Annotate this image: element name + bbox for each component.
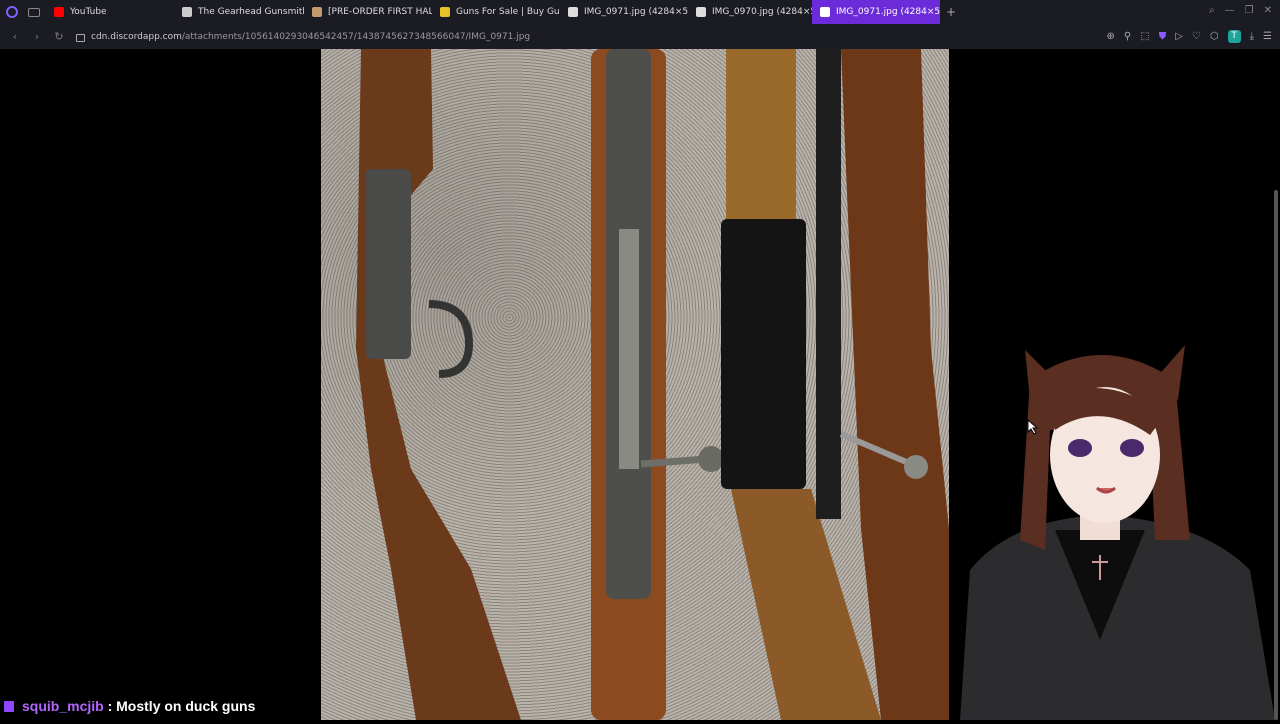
snapshot-icon[interactable]: ⬚ bbox=[1140, 31, 1149, 42]
play-icon[interactable]: ▷ bbox=[1175, 31, 1183, 42]
mouth bbox=[1096, 486, 1116, 494]
document-icon bbox=[696, 7, 706, 17]
tab-label: IMG_0971.jpg (4284×5712) bbox=[836, 7, 940, 17]
document-icon bbox=[568, 7, 578, 17]
extensions-icon[interactable]: ⬡ bbox=[1210, 31, 1219, 42]
extension-badge[interactable]: T bbox=[1227, 30, 1241, 43]
youtube-icon bbox=[54, 7, 64, 17]
download-icon[interactable]: ⤓ bbox=[1250, 31, 1254, 42]
left-eye bbox=[1068, 439, 1092, 457]
back-icon[interactable]: ‹ bbox=[8, 30, 22, 43]
bolt-handle bbox=[640, 455, 707, 468]
page-icon bbox=[312, 7, 322, 17]
tab-label: IMG_0971.jpg (4284×5712) bbox=[584, 7, 688, 17]
tab-label: YouTube bbox=[70, 7, 107, 17]
tab-youtube[interactable]: YouTube bbox=[46, 0, 174, 24]
tab-guns-for-sale[interactable]: Guns For Sale | Buy Guns bbox=[432, 0, 560, 24]
forward-icon[interactable]: › bbox=[30, 30, 44, 43]
window-controls: ⌕ — ❐ ✕ bbox=[1209, 5, 1272, 16]
shotgun-stock bbox=[356, 49, 521, 720]
url-host: cdn.discordapp.com bbox=[91, 31, 182, 42]
pin-icon[interactable]: ⚲ bbox=[1124, 31, 1131, 42]
chat-text: Mostly on duck guns bbox=[116, 698, 256, 714]
address-bar: ‹ › ↻ cdn.discordapp.com/attachments/105… bbox=[0, 24, 1280, 49]
bolt bbox=[619, 229, 639, 469]
search-tabs-icon[interactable]: ⌕ bbox=[1209, 5, 1215, 16]
tab-label: Guns For Sale | Buy Guns bbox=[456, 7, 560, 17]
chat-username: squib_mcjib bbox=[22, 698, 104, 714]
tab-pre-order[interactable]: [PRE-ORDER FIRST HALF bbox=[304, 0, 432, 24]
shield-icon[interactable]: ⛊ bbox=[1159, 31, 1167, 42]
url-field[interactable]: cdn.discordapp.com/attachments/105614029… bbox=[91, 32, 530, 42]
zoom-icon[interactable]: ⊕ bbox=[1107, 31, 1115, 42]
menu-icon[interactable]: ☰ bbox=[1263, 31, 1272, 42]
tab-img-0971-active[interactable]: IMG_0971.jpg (4284×5712) bbox=[812, 0, 940, 24]
right-eye bbox=[1120, 439, 1144, 457]
image-viewer[interactable] bbox=[321, 49, 949, 720]
forend bbox=[726, 49, 796, 219]
handle-knob bbox=[904, 455, 928, 479]
barrel bbox=[816, 49, 841, 519]
tab-gearhead-gunsmith[interactable]: The Gearhead Gunsmith bbox=[174, 0, 304, 24]
tab-label: IMG_0970.jpg (4284×5712) bbox=[712, 7, 812, 17]
bolt-knob bbox=[698, 446, 724, 472]
trigger-guard bbox=[428, 300, 474, 378]
lever-rifle-stock bbox=[841, 49, 949, 720]
new-tab-plus-icon[interactable]: + bbox=[946, 5, 956, 19]
heart-icon[interactable]: ♡ bbox=[1192, 31, 1201, 42]
chat-message: squib_mcjib : Mostly on duck guns bbox=[4, 698, 255, 714]
lock-icon[interactable] bbox=[76, 33, 85, 42]
photo-rifles bbox=[356, 49, 949, 720]
twitch-icon bbox=[4, 700, 14, 712]
avatar-illustration bbox=[960, 345, 1275, 720]
workspaces-icon[interactable] bbox=[28, 7, 40, 17]
tab-label: The Gearhead Gunsmith bbox=[198, 7, 304, 17]
receiver-black bbox=[721, 219, 806, 489]
tab-bar: YouTube The Gearhead Gunsmith [PRE-ORDER… bbox=[0, 0, 1280, 24]
reload-icon[interactable]: ↻ bbox=[52, 30, 66, 43]
url-path: /attachments/1056140293046542457/1438745… bbox=[181, 31, 531, 42]
opera-logo-icon[interactable] bbox=[6, 6, 18, 18]
tab-label: [PRE-ORDER FIRST HALF bbox=[328, 7, 432, 17]
tab-img-0970[interactable]: IMG_0970.jpg (4284×5712) bbox=[688, 0, 812, 24]
document-icon bbox=[820, 7, 830, 17]
chat-separator: : bbox=[103, 698, 117, 714]
close-icon[interactable]: ✕ bbox=[1264, 5, 1272, 16]
restore-icon[interactable]: ❐ bbox=[1245, 5, 1254, 16]
buttstock bbox=[731, 489, 881, 720]
tab-img-0971[interactable]: IMG_0971.jpg (4284×5712) bbox=[560, 0, 688, 24]
toolbar-icons: ⊕ ⚲ ⬚ ⛊ ▷ ♡ ⬡ T ⤓ ☰ bbox=[1107, 30, 1272, 43]
minimize-icon[interactable]: — bbox=[1225, 5, 1235, 16]
page-icon bbox=[440, 7, 450, 17]
shotgun-receiver bbox=[366, 169, 411, 359]
vtuber-avatar bbox=[950, 340, 1280, 720]
page-icon bbox=[182, 7, 192, 17]
mouse-cursor-icon bbox=[1027, 419, 1039, 435]
scrollbar[interactable] bbox=[1274, 190, 1278, 720]
